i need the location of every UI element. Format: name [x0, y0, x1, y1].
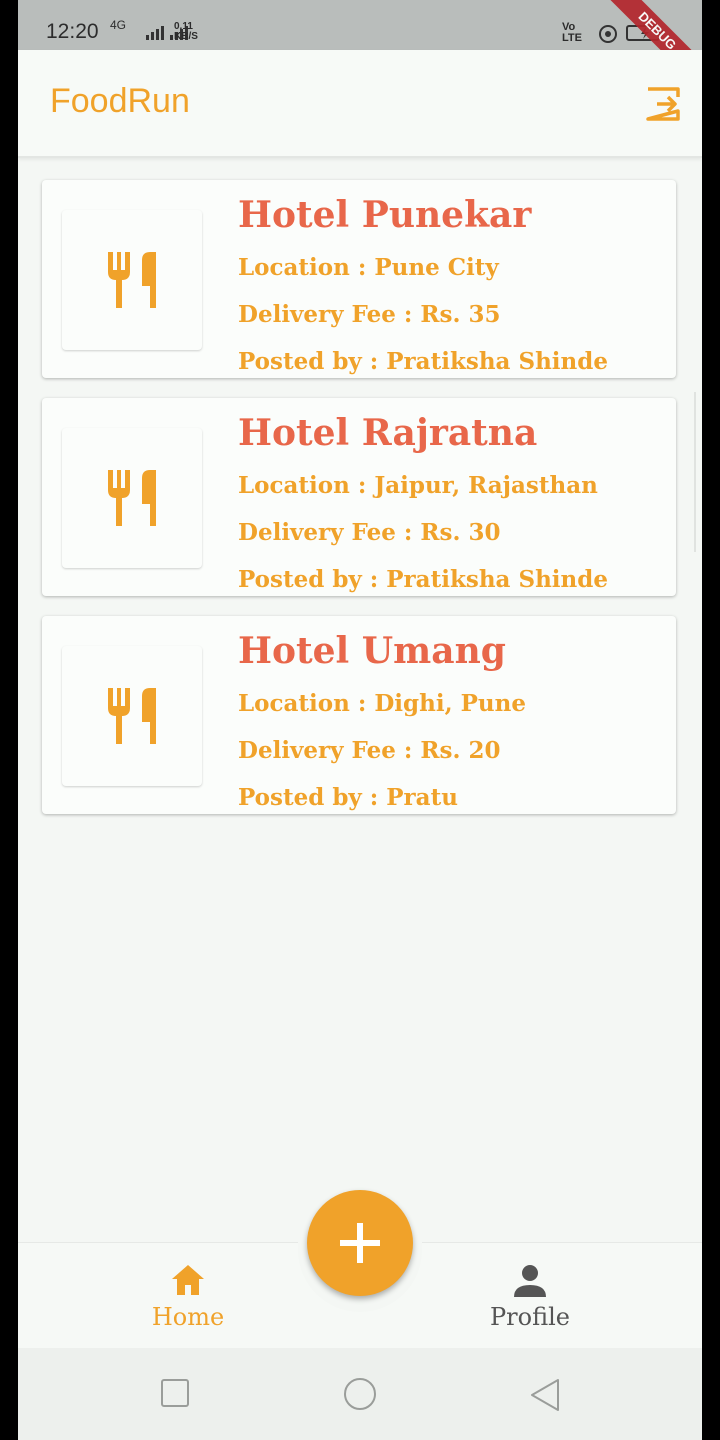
restaurant-icon: [108, 252, 156, 308]
nav-item-home[interactable]: Home: [88, 1243, 288, 1349]
listing-delivery-fee: Delivery Fee : Rs. 20: [238, 737, 501, 764]
listing-location: Location : Pune City: [238, 254, 499, 281]
network-type: 4G: [110, 18, 127, 32]
app-title: FoodRun: [50, 82, 190, 120]
scroll-indicator: [694, 392, 699, 552]
nav-label-profile: Profile: [490, 1303, 570, 1331]
listing-card[interactable]: Hotel Umang Location : Dighi, Pune Deliv…: [42, 616, 676, 814]
listing-name: Hotel Umang: [238, 630, 506, 672]
hotspot-icon: [598, 24, 618, 48]
listing-card[interactable]: Hotel Rajratna Location : Jaipur, Rajast…: [42, 398, 676, 596]
listing-posted-by: Posted by : Pratu: [238, 784, 458, 811]
listing-thumbnail: [62, 428, 202, 568]
system-navigation-bar: [18, 1348, 702, 1440]
volte-indicator: Vo LTE: [562, 22, 582, 44]
status-bar: 12:20 4G 0.11 KB/S Vo LTE DEBUG: [18, 0, 702, 99]
network-speed: 0.11 KB/S: [174, 22, 198, 42]
restaurant-icon: [108, 688, 156, 744]
home-circle-icon[interactable]: [342, 1378, 378, 1414]
recents-icon[interactable]: [160, 1378, 190, 1408]
listing-name: Hotel Rajratna: [238, 412, 538, 454]
listing-name: Hotel Punekar: [238, 194, 532, 236]
listing-card[interactable]: Hotel Punekar Location : Pune City Deliv…: [42, 180, 676, 378]
home-icon: [172, 1265, 204, 1295]
status-time: 12:20: [46, 20, 99, 43]
speed-unit: KB/S: [174, 31, 198, 42]
listing-location: Location : Jaipur, Rajasthan: [238, 472, 598, 499]
logout-icon: [646, 87, 680, 121]
plus-icon: [340, 1223, 380, 1263]
listing-location: Location : Dighi, Pune: [238, 690, 526, 717]
app-screen: 12:20 4G 0.11 KB/S Vo LTE DEBUG FoodRun: [18, 0, 702, 1440]
logout-button[interactable]: [644, 84, 684, 124]
app-bar: FoodRun: [18, 50, 702, 158]
nav-item-profile[interactable]: Profile: [430, 1243, 630, 1349]
volte-bottom: LTE: [562, 32, 582, 44]
listing-thumbnail: [62, 210, 202, 350]
listing-delivery-fee: Delivery Fee : Rs. 30: [238, 519, 501, 546]
restaurant-icon: [108, 470, 156, 526]
person-icon: [514, 1265, 546, 1297]
listing-thumbnail: [62, 646, 202, 786]
back-icon[interactable]: [528, 1378, 562, 1412]
add-listing-button[interactable]: [307, 1190, 413, 1296]
listing-posted-by: Posted by : Pratiksha Shinde: [238, 566, 608, 593]
listing-delivery-fee: Delivery Fee : Rs. 35: [238, 301, 501, 328]
listing-posted-by: Posted by : Pratiksha Shinde: [238, 348, 608, 375]
nav-label-home: Home: [151, 1303, 225, 1331]
